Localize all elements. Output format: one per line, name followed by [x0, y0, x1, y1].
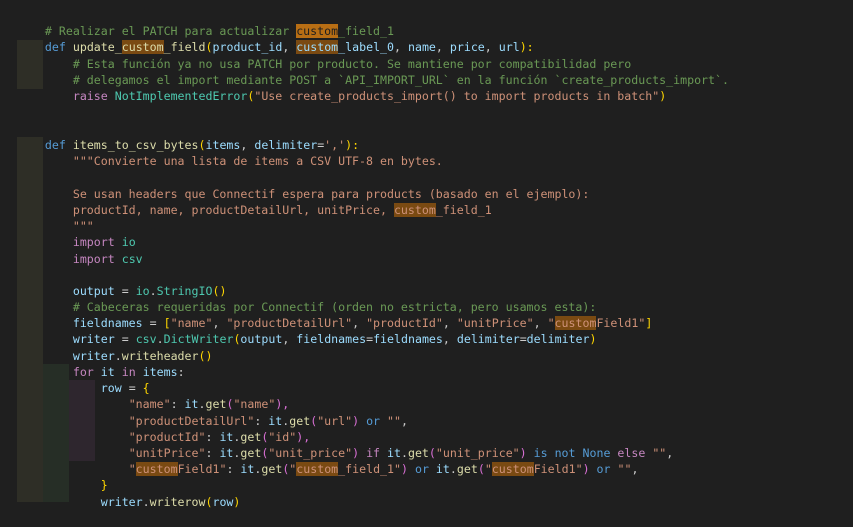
- code-line-9: """Convierte una lista de items a CSV UT…: [17, 137, 443, 168]
- separator: ,: [631, 462, 639, 477]
- string: ": [484, 462, 492, 477]
- keyword: import: [72, 252, 115, 267]
- argument: fieldnames: [296, 332, 367, 347]
- method-name: get: [261, 462, 283, 477]
- code-line-25: "productDetailUrl": it.get("url") or "",: [17, 397, 408, 428]
- code-editor[interactable]: # Realizar el PATCH para actualizar cust…: [0, 0, 853, 509]
- operator: :: [177, 365, 185, 380]
- method-name: writerow: [149, 495, 206, 510]
- string: Field1": [533, 462, 583, 477]
- module-name: csv: [121, 252, 143, 267]
- code-line-12: productId, name, productDetailUrl, unitP…: [17, 186, 492, 218]
- keyword: or: [414, 462, 429, 477]
- separator: ,: [666, 446, 674, 461]
- string: _field_1": [338, 462, 401, 477]
- variable: writer: [100, 495, 143, 510]
- argument: output: [240, 332, 283, 347]
- code-line-5: raise NotImplementedError("Use create_pr…: [17, 72, 666, 103]
- keyword: or: [366, 414, 381, 429]
- code-line-27: "unitPrice": it.get("unit_price") if it.…: [17, 429, 674, 460]
- bracket: ): [582, 462, 597, 477]
- bracket: ): [352, 414, 367, 429]
- operator: =: [519, 332, 527, 347]
- code-line-26: "productId": it.get("id"),: [17, 413, 311, 444]
- code-line-1: # Realizar el PATCH para actualizar cust…: [17, 7, 394, 39]
- code-line-8: def items_to_csv_bytes(items, delimiter=…: [17, 121, 359, 152]
- bracket: ): [589, 332, 597, 347]
- code-line-24: "name": it.get("name"),: [17, 380, 290, 411]
- variable: it: [435, 462, 450, 477]
- bracket: ): [401, 462, 415, 477]
- bracket: ]: [645, 316, 653, 331]
- operator: .: [449, 462, 457, 477]
- docstring: _field_1: [435, 203, 492, 218]
- bracket: (: [477, 462, 485, 477]
- code-line-22: for it in items:: [17, 348, 185, 379]
- code-line-30: writer.writerow(row): [17, 478, 241, 509]
- code-line-2: def update_custom_field(product_id, cust…: [17, 23, 534, 55]
- method-name: get: [456, 462, 478, 477]
- search-highlight: custom: [491, 462, 534, 477]
- code-line-3: # Esta función ya no usa PATCH por produ…: [17, 40, 631, 71]
- operator: :: [226, 462, 241, 477]
- bracket: ): [233, 495, 241, 510]
- docstring: """Convierte una lista de items a CSV UT…: [72, 154, 443, 169]
- string: "Use create_products_import() to import …: [254, 89, 660, 104]
- code-line-28: "customField1": it.get("custom_field_1")…: [17, 445, 638, 477]
- code-line-11: Se usan headers que Connectif espera par…: [17, 170, 590, 201]
- search-highlight: custom: [135, 462, 178, 477]
- separator: ,: [282, 332, 297, 347]
- keyword: or: [596, 462, 611, 477]
- variable: it: [240, 462, 255, 477]
- docstring: productId, name, productDetailUrl, unitP…: [72, 203, 394, 218]
- string: Field1": [596, 316, 646, 331]
- string: "url": [317, 414, 353, 429]
- code-line-15: import csv: [17, 235, 143, 266]
- code-line-21: writer.writeheader(): [17, 332, 213, 363]
- search-highlight: custom: [393, 203, 436, 218]
- string: "": [652, 446, 667, 461]
- operator: .: [142, 495, 150, 510]
- code-line-4: # delegamos el import mediante POST a `A…: [17, 56, 729, 87]
- code-line-17: output = io.StringIO(): [17, 267, 227, 298]
- separator: ,: [442, 332, 457, 347]
- string: "": [380, 414, 401, 429]
- string: "": [617, 462, 632, 477]
- code-line-19: fieldnames = ["name", "productDetailUrl"…: [17, 299, 652, 331]
- argument: fieldnames: [373, 332, 443, 347]
- separator: ,: [400, 414, 408, 429]
- bracket: ): [659, 89, 667, 104]
- code-line-18: # Cabeceras requeridas por Connectif (or…: [17, 283, 597, 314]
- bracket: (): [198, 349, 213, 364]
- argument: delimiter: [456, 332, 520, 347]
- variable: row: [212, 495, 234, 510]
- code-line-29: }: [17, 461, 108, 492]
- keyword: raise: [72, 89, 108, 104]
- code-line-13: """: [17, 202, 94, 233]
- code-line-23: row = {: [17, 364, 150, 395]
- string: ": [128, 462, 136, 477]
- search-highlight: custom: [296, 462, 339, 477]
- argument: delimiter: [526, 332, 590, 347]
- code-line-14: import io: [17, 218, 136, 249]
- class-name: NotImplementedError: [114, 89, 248, 104]
- string: Field1": [177, 462, 227, 477]
- code-line-20: writer = csv.DictWriter(output, fieldnam…: [17, 315, 597, 346]
